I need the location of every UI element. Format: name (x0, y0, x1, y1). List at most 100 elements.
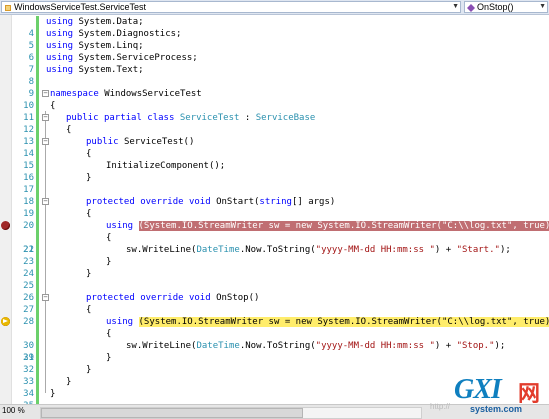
identifier: .Now.ToString( (239, 341, 316, 351)
collapse-icon[interactable]: − (42, 114, 49, 121)
keyword: string (259, 197, 292, 207)
changed-line-marker (36, 232, 39, 244)
identifier: InitializeComponent(); (106, 161, 226, 171)
punctuation: ) + (434, 341, 457, 351)
punctuation: { (50, 101, 56, 111)
code-line[interactable]: 6 using System.Linq; (0, 40, 549, 63)
keyword: protected (86, 293, 141, 303)
keyword: public (66, 113, 104, 123)
changed-line-marker (36, 316, 39, 328)
collapse-icon[interactable]: − (42, 294, 49, 301)
code-line[interactable]: 23 sw.WriteLine(DateTime.Now.ToString("y… (0, 244, 549, 267)
changed-line-marker (36, 184, 39, 196)
code-line[interactable]: 10 − namespace WindowsServiceTest (0, 88, 549, 111)
punctuation: } (106, 353, 112, 363)
zoom-level[interactable]: 100 % (2, 406, 25, 415)
code-text: sw.WriteLine(DateTime.Now.ToString("yyyy… (126, 244, 511, 256)
punctuation: { (86, 149, 92, 159)
code-line[interactable]: 5 using System.Diagnostics; (0, 28, 549, 51)
type-name: ServiceTest (179, 113, 240, 123)
punctuation: : (239, 113, 256, 123)
changed-line-marker (36, 172, 39, 184)
class-icon (5, 4, 11, 11)
code-line[interactable]: 20 { (0, 208, 549, 231)
watermark-logo: http:// GXI 网 system.com (430, 374, 546, 418)
identifier: ServiceTest() (123, 137, 195, 147)
changed-line-marker (36, 388, 39, 400)
identifier: [] args) (291, 197, 336, 207)
code-text: using (System.IO.StreamWriter sw = new S… (106, 316, 549, 328)
code-line[interactable]: 32 } (0, 352, 549, 375)
member-selector-dropdown[interactable]: OnStop() ▼ (464, 1, 548, 13)
changed-line-marker (36, 160, 39, 172)
collapse-icon[interactable]: − (42, 198, 49, 205)
keyword: public (86, 137, 124, 147)
punctuation: ); (494, 341, 506, 351)
keyword: class (147, 113, 180, 123)
string-literal: "Stop." (456, 341, 495, 351)
code-line[interactable]: 26 (0, 280, 549, 303)
code-text: } (86, 364, 91, 376)
identifier: WindowsServiceTest (104, 89, 202, 99)
code-line[interactable]: 14 − public ServiceTest() (0, 136, 549, 159)
keyword: namespace (50, 89, 105, 99)
watermark-brand: GXI (454, 374, 502, 405)
changed-line-marker (36, 64, 39, 76)
code-line[interactable]: 4 using System.Data; (0, 16, 549, 39)
code-line[interactable]: 17 } (0, 172, 549, 195)
type-selector-dropdown[interactable]: WindowsServiceTest.ServiceTest ▼ (1, 1, 461, 13)
changed-line-marker (36, 40, 39, 52)
navigation-bar: WindowsServiceTest.ServiceTest ▼ OnStop(… (0, 0, 549, 15)
changed-line-marker (36, 124, 39, 136)
collapse-icon[interactable]: − (42, 138, 49, 145)
code-line[interactable]: 15 { (0, 148, 549, 171)
changed-line-marker (36, 88, 39, 100)
code-line[interactable]: 7 using System.ServiceProcess; (0, 52, 549, 75)
chevron-down-icon[interactable]: ▼ (539, 2, 546, 12)
type-name: DateTime (196, 341, 240, 351)
collapse-icon[interactable]: − (42, 90, 49, 97)
code-line[interactable]: 8 using System.Text; (0, 64, 549, 87)
code-line[interactable]: 9 (0, 76, 549, 99)
keyword: using (46, 53, 79, 63)
code-line[interactable]: 19 − protected override void OnStart(str… (0, 196, 549, 219)
code-text: } (106, 256, 111, 268)
breakpoint-icon[interactable] (1, 221, 10, 230)
keyword: using (106, 317, 139, 327)
string-literal: "Start." (456, 245, 500, 255)
identifier: OnStart( (216, 197, 260, 207)
code-editor[interactable]: 4 using System.Data; 5 using System.Diag… (0, 15, 549, 404)
code-line[interactable]: 27 − protected override void OnStop() (0, 292, 549, 315)
code-text: } (86, 172, 91, 184)
scrollbar-thumb[interactable] (41, 408, 303, 418)
code-text: public partial class ServiceTest : Servi… (66, 112, 315, 124)
code-line[interactable]: 11 { (0, 100, 549, 123)
changed-line-marker (36, 148, 39, 160)
keyword: using (46, 41, 79, 51)
code-line[interactable]: 28 { (0, 304, 549, 327)
code-line[interactable]: 12 − public partial class ServiceTest : … (0, 112, 549, 135)
code-text: using (System.IO.StreamWriter sw = new S… (106, 220, 549, 232)
code-line[interactable]: 24 } (0, 256, 549, 279)
code-line-breakpoint[interactable]: 21 using (System.IO.StreamWriter sw = ne… (0, 220, 549, 255)
identifier: System (78, 41, 112, 51)
code-line[interactable]: 22 { (0, 232, 549, 255)
code-line[interactable]: 31 sw.WriteLine(DateTime.Now.ToString("y… (0, 340, 549, 363)
code-line[interactable]: 30 { (0, 328, 549, 351)
current-statement-arrow-icon[interactable] (1, 317, 10, 326)
code-line[interactable]: 13 { (0, 124, 549, 147)
code-text: } (86, 268, 91, 280)
keyword: void (188, 197, 217, 207)
horizontal-scrollbar[interactable] (40, 407, 422, 419)
changed-line-marker (36, 304, 39, 316)
chevron-down-icon[interactable]: ▼ (452, 2, 459, 12)
member-selector-value: OnStop() (477, 2, 514, 12)
watermark-url-text: http:// (430, 402, 451, 411)
code-line[interactable]: 16 InitializeComponent(); (0, 160, 549, 183)
code-line[interactable]: 18 (0, 184, 549, 207)
identifier: .ServiceProcess; (111, 53, 198, 63)
identifier: System (78, 17, 112, 27)
code-text: { (66, 124, 71, 136)
code-line[interactable]: 25 } (0, 268, 549, 291)
code-line-current[interactable]: 29 using (System.IO.StreamWriter sw = ne… (0, 316, 549, 363)
